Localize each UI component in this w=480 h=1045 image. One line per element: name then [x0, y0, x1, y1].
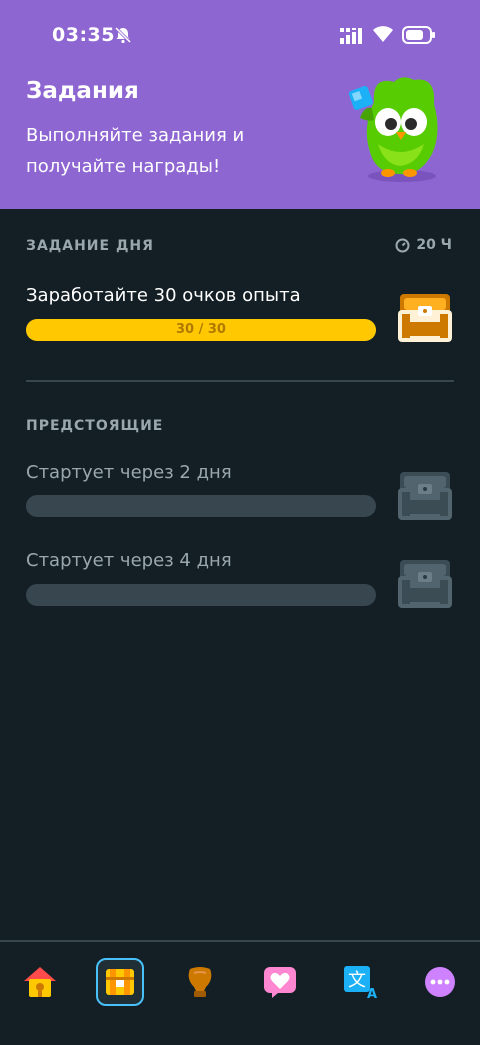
nav-translate[interactable]: 文 A	[336, 958, 384, 1006]
quest-timer-text: 20 Ч	[416, 237, 452, 253]
upcoming-quest-progress-bar	[26, 495, 376, 517]
upcoming-label: ПРЕДСТОЯЩИЕ	[26, 418, 164, 434]
more-icon	[425, 967, 455, 997]
quests-chest-icon	[106, 969, 134, 995]
daily-quest-progress-label: 30 / 30	[176, 322, 226, 337]
bell-muted-icon	[114, 26, 132, 44]
daily-quest-progress-bar: 30 / 30	[26, 319, 376, 341]
locked-chest-icon	[398, 472, 452, 520]
leaderboard-icon	[188, 967, 212, 997]
status-time: 03:35	[52, 24, 115, 46]
translate-icon: 文 A	[344, 966, 377, 1000]
quest-timer: 20 Ч	[395, 237, 452, 253]
signal-icon	[340, 28, 362, 44]
nav-more[interactable]	[416, 958, 464, 1006]
upcoming-quest-progress-bar	[26, 584, 376, 606]
svg-text:文: 文	[348, 970, 366, 991]
daily-quest-text: Заработайте 30 очков опыта	[26, 285, 301, 306]
nav-leaderboard[interactable]	[176, 958, 224, 1006]
friends-heart-icon	[264, 967, 296, 998]
status-bar: 03:35	[0, 0, 480, 70]
page-title: Задания	[26, 78, 139, 104]
nav-home[interactable]	[16, 958, 64, 1006]
section-divider	[26, 380, 454, 382]
nav-friends[interactable]	[256, 958, 304, 1006]
reward-chest-icon[interactable]	[396, 292, 454, 344]
locked-chest-icon	[398, 560, 452, 608]
nav-quests[interactable]	[96, 958, 144, 1006]
page-subtitle: Выполняйте задания и получайте награды!	[26, 125, 245, 177]
battery-icon	[402, 26, 435, 44]
wifi-icon	[373, 26, 393, 42]
home-icon	[24, 967, 56, 997]
upcoming-quest-text: Стартует через 2 дня	[26, 462, 232, 483]
clock-icon	[395, 238, 410, 252]
upcoming-quest-text: Стартует через 4 дня	[26, 550, 232, 571]
quests-header: 03:35 Задания Выполняйте задания и получ…	[0, 0, 480, 209]
bottom-nav: 文 A	[0, 940, 480, 1045]
owl-mascot-icon	[348, 77, 438, 182]
svg-text:A: A	[367, 987, 377, 1000]
daily-quest-label: ЗАДАНИЕ ДНЯ	[26, 238, 154, 254]
